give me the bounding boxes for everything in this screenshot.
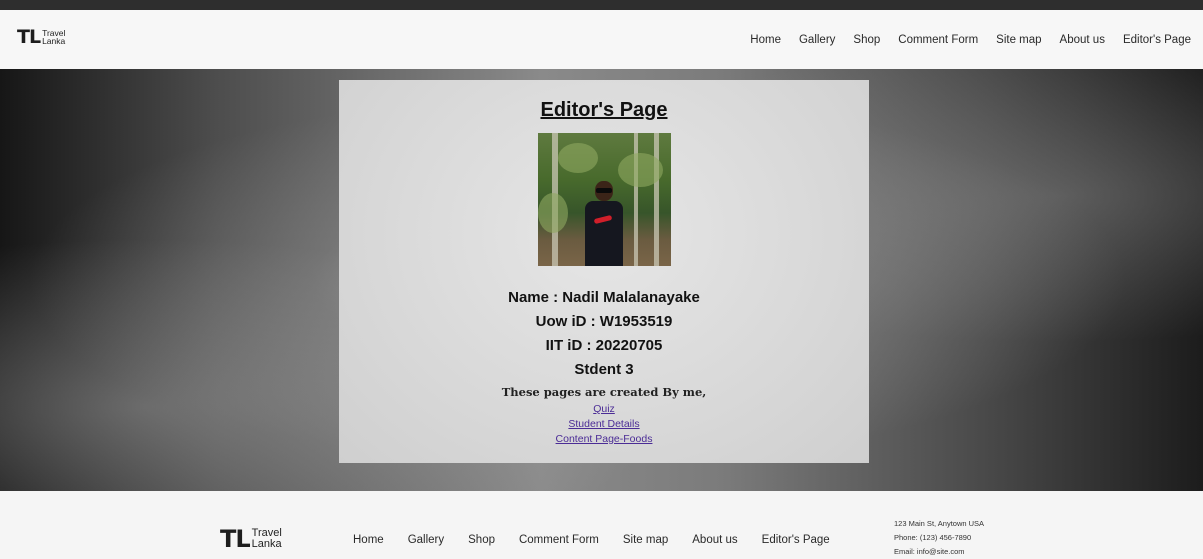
site-header: TL Travel Lanka Home Gallery Shop Commen… [0, 10, 1203, 69]
photo-foliage [618, 153, 663, 187]
student-details-link[interactable]: Student Details [568, 418, 639, 430]
logo-mark: TL [17, 26, 41, 48]
editor-card: Editor's Page Name : Nadil Malalanayake … [339, 80, 869, 463]
link-row: Content Page-Foods [339, 433, 869, 445]
photo-tree-trunk [654, 133, 659, 266]
email-text: Email: info@site.com [894, 547, 965, 556]
nav-about-us[interactable]: About us [1060, 34, 1105, 46]
footer-nav-about-us[interactable]: About us [692, 534, 737, 546]
site-logo[interactable]: TL Travel Lanka [17, 26, 66, 48]
logo-text: Travel Lanka [42, 28, 66, 46]
logo-line-2: Lanka [42, 36, 66, 46]
photo-person-body [585, 201, 623, 266]
footer-nav-home[interactable]: Home [353, 534, 384, 546]
footer-nav: Home Gallery Shop Comment Form Site map … [329, 526, 830, 554]
nav-gallery[interactable]: Gallery [799, 34, 835, 46]
editor-student-number: Stdent 3 [574, 361, 634, 378]
phone-text: Phone: (123) 456-7890 [894, 533, 972, 542]
nav-editors-page[interactable]: Editor's Page [1123, 34, 1191, 46]
footer-logo-mark: TL [220, 525, 251, 553]
content-page-foods-link[interactable]: Content Page-Foods [556, 433, 653, 445]
photo-foliage [538, 193, 568, 233]
editor-iit-id: IIT iD : 20220705 [545, 337, 663, 354]
nav-site-map[interactable]: Site map [996, 34, 1041, 46]
editor-photo [538, 133, 671, 266]
editor-name: Name : Nadil Malalanayake [508, 289, 700, 306]
footer-logo-text: Travel Lanka [252, 528, 282, 550]
nav-comment-form[interactable]: Comment Form [898, 34, 978, 46]
footer-nav-site-map[interactable]: Site map [623, 534, 668, 546]
hero-background: Editor's Page Name : Nadil Malalanayake … [0, 69, 1203, 491]
nav-shop[interactable]: Shop [853, 34, 880, 46]
address-text: 123 Main St, Anytown USA [894, 519, 985, 528]
page-title: Editor's Page [540, 99, 668, 121]
link-row: Quiz [339, 403, 869, 415]
site-footer: TL Travel Lanka Home Gallery Shop Commen… [0, 491, 1203, 559]
footer-nav-editors-page[interactable]: Editor's Page [762, 534, 830, 546]
link-row: Student Details [339, 418, 869, 430]
top-border [0, 0, 1203, 10]
photo-sunglasses [596, 188, 612, 193]
credit-text: These pages are created By me, [501, 385, 707, 399]
footer-nav-comment-form[interactable]: Comment Form [519, 534, 599, 546]
main-nav: Home Gallery Shop Comment Form Site map … [732, 10, 1191, 69]
footer-nav-shop[interactable]: Shop [468, 534, 495, 546]
footer-logo-line-2: Lanka [251, 538, 282, 550]
editor-uow-id: Uow iD : W1953519 [535, 313, 673, 330]
nav-home[interactable]: Home [750, 34, 781, 46]
footer-nav-gallery[interactable]: Gallery [408, 534, 444, 546]
footer-logo[interactable]: TL Travel Lanka [220, 525, 282, 553]
quiz-link[interactable]: Quiz [593, 403, 615, 415]
contact-info: 123 Main St, Anytown USA Phone: (123) 45… [894, 517, 984, 559]
photo-foliage [558, 143, 598, 173]
